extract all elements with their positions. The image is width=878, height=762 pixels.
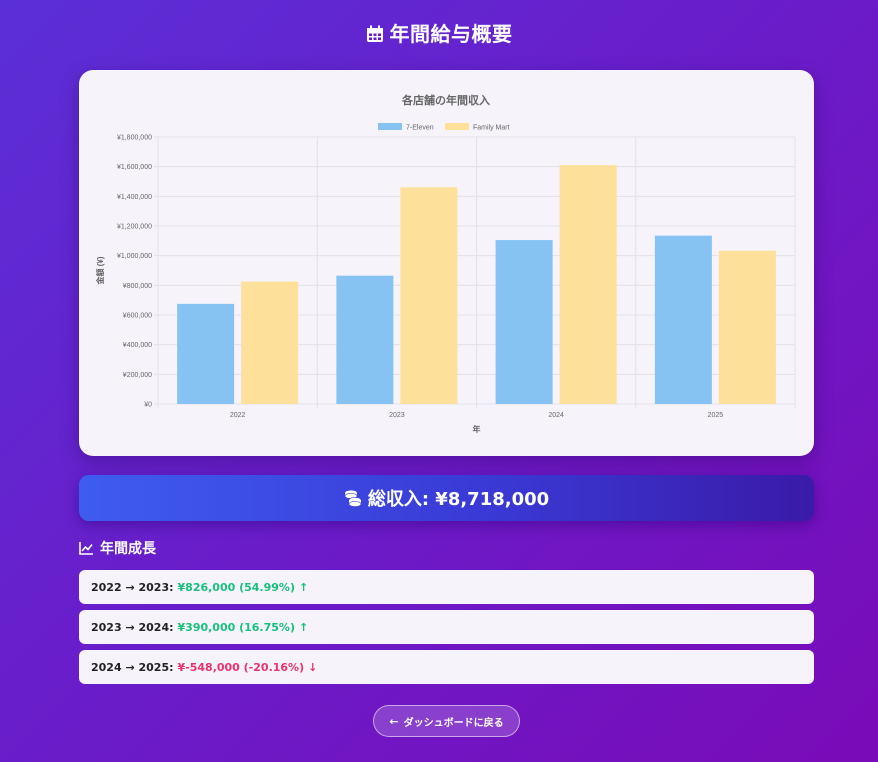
y-tick-label: ¥600,000 [123,313,152,320]
bar [241,281,299,404]
x-tick-label: 2022 [230,412,246,419]
total-income-banner: 総収入: ¥8,718,000 [79,475,814,521]
chart-card: 各店舗の年間収入 7-Eleven Family Mart ¥0 ¥200,000 ¥40… [79,70,814,456]
bar-chart: 各店舗の年間収入 7-Eleven Family Mart ¥0 ¥200,000 ¥40… [95,93,796,434]
y-tick-label: ¥200,000 [123,372,152,379]
y-tick-label: ¥800,000 [123,283,152,290]
legend-swatch [445,123,469,130]
back-to-dashboard-button[interactable]: ← ダッシュボードに戻る [373,705,520,737]
growth-row: 2024 → 2025: ¥-548,000 (-20.16%) ↓ [79,650,814,684]
y-axis-label: 金額 (¥) [95,256,105,285]
y-tick-label: ¥1,200,000 [117,224,152,231]
growth-period: 2022 → 2023: [91,580,174,594]
x-tick-label: 2023 [389,412,405,419]
legend-label: Family Mart [473,125,510,132]
back-button-label: ダッシュボードに戻る [403,717,504,729]
coins-icon [344,489,362,507]
page-title: 年間給与概要 [0,18,878,48]
bar [177,303,235,404]
arrow-down-icon: ↓ [308,660,318,674]
x-axis-label: 年 [473,424,481,434]
chart-title: 各店舗の年間収入 [401,93,490,107]
growth-row: 2022 → 2023: ¥826,000 (54.99%) ↑ [79,570,814,604]
y-tick-label: ¥0 [144,402,152,409]
y-tick-label: ¥1,400,000 [117,194,152,201]
bar [495,240,553,404]
y-tick-label: ¥1,600,000 [117,164,152,171]
growth-period: 2024 → 2025: [91,660,174,674]
calendar-icon [366,24,384,48]
line-chart-icon [79,541,94,555]
bar [718,250,776,404]
growth-value: ¥826,000 (54.99%) [177,580,295,594]
legend-swatch [378,123,402,130]
bar [654,235,712,404]
page-title-text: 年間給与概要 [389,22,513,46]
bar [559,165,617,404]
growth-heading: 年間成長 [79,538,156,558]
growth-row: 2023 → 2024: ¥390,000 (16.75%) ↑ [79,610,814,644]
bar [400,187,458,404]
arrow-up-icon: ↑ [298,580,309,594]
bar [336,275,394,404]
legend-label: 7-Eleven [406,125,434,132]
total-income-text: 総収入: ¥8,718,000 [367,489,550,510]
arrow-up-icon: ↑ [298,620,309,634]
y-tick-label: ¥1,000,000 [117,253,152,260]
y-tick-label: ¥1,800,000 [117,135,152,142]
y-tick-label: ¥400,000 [123,342,152,349]
arrow-left-icon: ← [389,714,399,728]
growth-value: ¥390,000 (16.75%) [177,620,295,634]
growth-value: ¥-548,000 (-20.16%) [177,660,305,674]
growth-period: 2023 → 2024: [91,620,174,634]
growth-heading-text: 年間成長 [100,541,156,557]
x-tick-label: 2025 [708,412,724,419]
x-tick-label: 2024 [548,412,564,419]
